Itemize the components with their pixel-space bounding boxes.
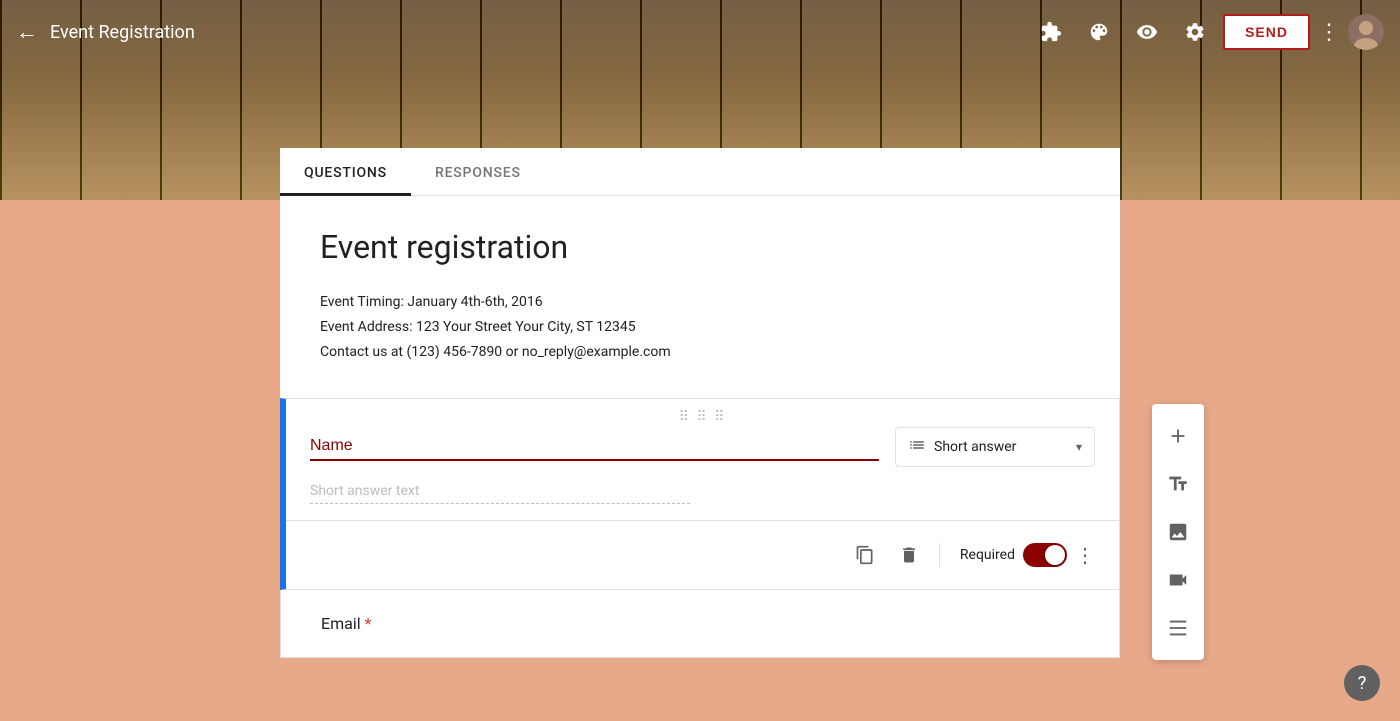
toggle-track[interactable]: [1023, 543, 1067, 567]
question-card-name: ⠿ ⠿ ⠿ Short answer ▾ Short answer text R…: [280, 398, 1120, 590]
form-title: Event registration: [320, 228, 1080, 266]
form-desc-line2: Event Address: 123 Your Street Your City…: [320, 315, 1080, 340]
tab-responses[interactable]: RESPONSES: [411, 153, 545, 196]
main-content: QUESTIONS RESPONSES Event registration E…: [280, 148, 1120, 721]
app-title: Event Registration: [50, 22, 195, 43]
back-button[interactable]: ←: [16, 19, 38, 45]
form-desc-line1: Event Timing: January 4th-6th, 2016: [320, 290, 1080, 315]
question-type-selector[interactable]: Short answer ▾: [895, 427, 1095, 467]
question-divider: [286, 520, 1119, 521]
required-toggle[interactable]: [1023, 543, 1067, 567]
email-required-asterisk: *: [365, 614, 372, 633]
footer-divider: [939, 543, 940, 567]
palette-icon[interactable]: [1079, 12, 1119, 52]
add-video-button[interactable]: [1152, 556, 1204, 604]
avatar[interactable]: [1348, 14, 1384, 50]
chevron-down-icon: ▾: [1076, 440, 1082, 454]
more-vert-icon[interactable]: ⋮: [1318, 20, 1340, 45]
form-description: Event Timing: January 4th-6th, 2016 Even…: [320, 290, 1080, 366]
puzzle-icon[interactable]: [1031, 12, 1071, 52]
top-bar-left: ← Event Registration: [16, 19, 195, 45]
copy-button[interactable]: [847, 537, 883, 573]
form-desc-line3: Contact us at (123) 456-7890 or no_reply…: [320, 340, 1080, 365]
top-bar-right: SEND ⋮: [1031, 12, 1384, 52]
right-toolbar: [1152, 404, 1204, 660]
preview-icon[interactable]: [1127, 12, 1167, 52]
question-input[interactable]: [310, 433, 879, 461]
email-label: Email: [321, 614, 361, 633]
footer-more-icon[interactable]: ⋮: [1075, 543, 1095, 567]
bg-left: [0, 200, 280, 721]
add-image-button[interactable]: [1152, 508, 1204, 556]
form-header-card: Event registration Event Timing: January…: [280, 196, 1120, 398]
drag-handle[interactable]: ⠿ ⠿ ⠿: [679, 409, 727, 425]
required-label: Required: [960, 547, 1015, 563]
help-button[interactable]: ?: [1344, 665, 1380, 701]
add-title-button[interactable]: [1152, 460, 1204, 508]
tabs-bar: QUESTIONS RESPONSES: [280, 148, 1120, 196]
question-type-label: Short answer: [934, 439, 1068, 455]
add-question-button[interactable]: [1152, 412, 1204, 460]
question-top-row: Short answer ▾: [310, 427, 1095, 467]
tab-questions[interactable]: QUESTIONS: [280, 153, 411, 196]
settings-icon[interactable]: [1175, 12, 1215, 52]
send-button[interactable]: SEND: [1223, 14, 1310, 50]
top-bar: ← Event Registration SEND ⋮: [0, 0, 1400, 64]
delete-button[interactable]: [891, 537, 927, 573]
question-footer: Required ⋮: [310, 537, 1095, 573]
toggle-knob: [1045, 545, 1065, 565]
answer-placeholder: Short answer text: [310, 483, 690, 504]
email-card: Email*: [280, 590, 1120, 658]
question-type-icon: [908, 436, 926, 458]
add-section-button[interactable]: [1152, 604, 1204, 652]
